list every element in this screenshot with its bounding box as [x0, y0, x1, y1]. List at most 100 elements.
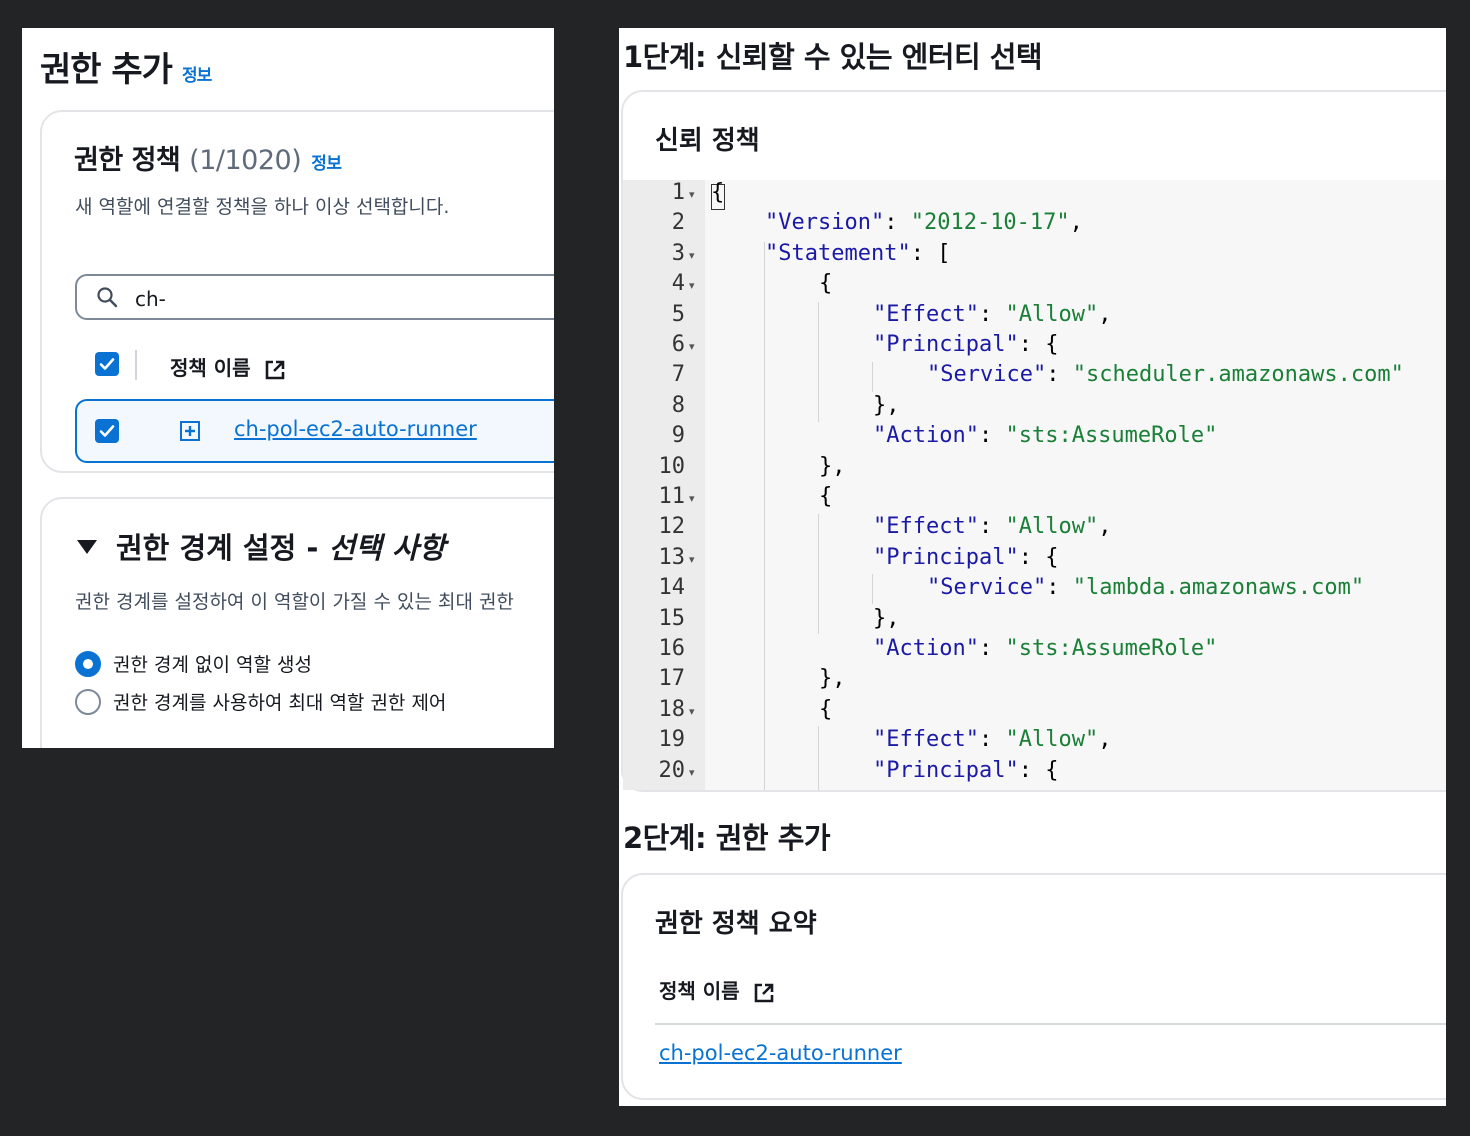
code-line: "Service": "scheduler.amazonaws.com"	[927, 362, 1404, 388]
expand-plus-icon[interactable]	[179, 420, 201, 442]
fold-toggle-icon[interactable]: ▾	[689, 188, 695, 201]
policy-search-input[interactable]: ch-	[75, 274, 554, 320]
line-number: 16	[658, 636, 686, 661]
code-line: "Principal": {	[873, 544, 1059, 570]
policies-count: (1/1020)	[189, 145, 302, 176]
permission-policies-card: 권한 정책 (1/1020) 정보 새 역할에 연결할 정책을 하나 이상 선택합…	[40, 110, 554, 473]
code-line: "Action": "sts:AssumeRole"	[873, 636, 1218, 661]
line-number: 7	[671, 362, 685, 388]
fold-toggle-icon[interactable]: ▾	[689, 705, 695, 718]
summary-title: 권한 정책 요약	[655, 909, 817, 939]
line-number: 20	[658, 757, 686, 783]
line-number: 9	[671, 423, 685, 449]
boundary-description: 권한 경계를 설정하여 이 역할이 가질 수 있는 최대 권한	[75, 591, 514, 613]
line-number: 10	[658, 453, 686, 479]
external-link-icon	[754, 983, 773, 1002]
policy-row-selected[interactable]: ch-pol-ec2-auto-runner	[75, 399, 554, 463]
fold-toggle-icon[interactable]: ▾	[689, 279, 695, 292]
trust-policy-code-editor[interactable]: 1 ▾ {2 "Version": "2012-10-17", 3 ▾ "Statement…	[623, 180, 1446, 790]
line-number: 1	[671, 180, 685, 205]
indent-guide	[872, 574, 873, 604]
code-line: "Version": "2012-10-17",	[765, 210, 1083, 236]
line-number: 19	[658, 727, 686, 753]
line-number: 6	[671, 332, 685, 357]
fold-toggle-icon[interactable]: ▾	[689, 340, 695, 353]
line-number: 17	[658, 666, 686, 692]
check-icon	[99, 425, 115, 437]
code-line: },	[873, 605, 900, 631]
policy-name-link[interactable]: ch-pol-ec2-auto-runner	[234, 417, 477, 441]
line-number: 4	[671, 271, 685, 297]
code-line: "Service": "lambda.amazonaws.com"	[927, 575, 1365, 601]
code-line: "Effect": "Allow",	[873, 514, 1112, 540]
code-line: {	[819, 484, 833, 509]
column-header-text: 정책 이름	[170, 356, 251, 380]
review-panel: 1단계: 신뢰할 수 있는 엔터티 선택 신뢰 정책 1 ▾ {2 "Version"…	[619, 28, 1446, 1106]
line-number: 8	[671, 392, 685, 418]
code-line: "Effect": "Allow",	[873, 301, 1112, 327]
code-line: "Principal": {	[873, 332, 1059, 357]
radio-no-boundary[interactable]	[75, 651, 101, 677]
indent-guide	[872, 362, 873, 392]
boundary-heading[interactable]: 권한 경계 설정 - 선택 사항	[116, 525, 445, 567]
permission-policies-heading: 권한 정책 (1/1020) 정보	[74, 138, 342, 177]
code-line: "Statement": [	[765, 240, 951, 266]
trust-policy-card: 신뢰 정책 1 ▾ {2 "Version": "2012-10-17", 3 ▾ "Sta…	[621, 90, 1446, 792]
page-title: 권한 추가 정보	[40, 42, 212, 91]
line-number: 3	[671, 240, 685, 266]
fold-toggle-icon[interactable]: ▾	[689, 492, 695, 505]
code-line: {	[819, 696, 833, 722]
summary-divider	[655, 1023, 1446, 1025]
check-icon	[99, 358, 115, 370]
fold-toggle-icon[interactable]: ▾	[689, 553, 695, 566]
trust-policy-title: 신뢰 정책	[655, 126, 760, 156]
indent-guide	[764, 242, 765, 790]
code-line: },	[819, 666, 846, 692]
page-title-text: 권한 추가	[40, 50, 173, 90]
radio-use-boundary[interactable]	[75, 689, 101, 715]
row-checkbox[interactable]	[95, 419, 119, 443]
column-divider	[135, 350, 137, 380]
title-info-link[interactable]: 정보	[182, 66, 212, 86]
line-number: 2	[671, 210, 685, 236]
code-line: {	[819, 271, 833, 297]
boundary-title: 권한 경계 설정 -	[116, 531, 329, 565]
indent-guide	[818, 726, 819, 790]
summary-policy-link[interactable]: ch-pol-ec2-auto-runner	[659, 1041, 902, 1065]
fold-toggle-icon[interactable]: ▾	[689, 249, 695, 262]
policies-title: 권한 정책	[74, 145, 181, 176]
policies-info-link[interactable]: 정보	[311, 154, 342, 174]
code-line: {	[711, 180, 725, 205]
search-value[interactable]: ch-	[135, 287, 166, 311]
indent-guide	[818, 514, 819, 634]
radio-no-boundary-label[interactable]: 권한 경계 없이 역할 생성	[113, 650, 312, 677]
code-line: "Principal": {	[873, 757, 1059, 783]
boundary-title-optional: 선택 사항	[328, 531, 446, 565]
line-number: 11	[658, 484, 686, 509]
permission-policy-summary-card: 권한 정책 요약 정책 이름 ch-pol-ec2-auto-runner	[621, 873, 1446, 1100]
select-all-checkbox[interactable]	[95, 352, 119, 376]
line-number: 15	[658, 605, 686, 631]
policy-name-column-header[interactable]: 정책 이름	[170, 352, 286, 381]
step1-title: 1단계: 신뢰할 수 있는 엔터티 선택	[623, 40, 1043, 74]
code-line: "Action": "sts:AssumeRole"	[873, 423, 1218, 449]
code-line: },	[873, 392, 900, 418]
line-number: 12	[658, 514, 686, 540]
step2-title: 2단계: 권한 추가	[623, 821, 831, 855]
code-line: "Effect": "Allow",	[873, 727, 1112, 753]
radio-use-boundary-label[interactable]: 권한 경계를 사용하여 최대 역할 권한 제어	[113, 688, 446, 715]
policies-description: 새 역할에 연결할 정책을 하나 이상 선택합니다.	[75, 196, 450, 218]
indent-guide	[818, 302, 819, 422]
summary-column-header-text: 정책 이름	[659, 979, 740, 1003]
search-icon	[97, 287, 118, 308]
line-number: 5	[671, 301, 685, 327]
line-number: 14	[658, 575, 686, 601]
summary-policy-name-header[interactable]: 정책 이름	[659, 975, 775, 1004]
caret-down-icon[interactable]	[76, 538, 98, 556]
line-number: 18	[658, 696, 686, 722]
add-permissions-panel: 권한 추가 정보 권한 정책 (1/1020) 정보 새 역할에 연결할 정책을 하…	[22, 28, 554, 748]
permissions-boundary-card: 권한 경계 설정 - 선택 사항 권한 경계를 설정하여 이 역할이 가질 수 …	[40, 497, 554, 748]
line-number: 13	[658, 544, 686, 570]
fold-toggle-icon[interactable]: ▾	[689, 766, 695, 779]
external-link-icon	[265, 360, 284, 379]
